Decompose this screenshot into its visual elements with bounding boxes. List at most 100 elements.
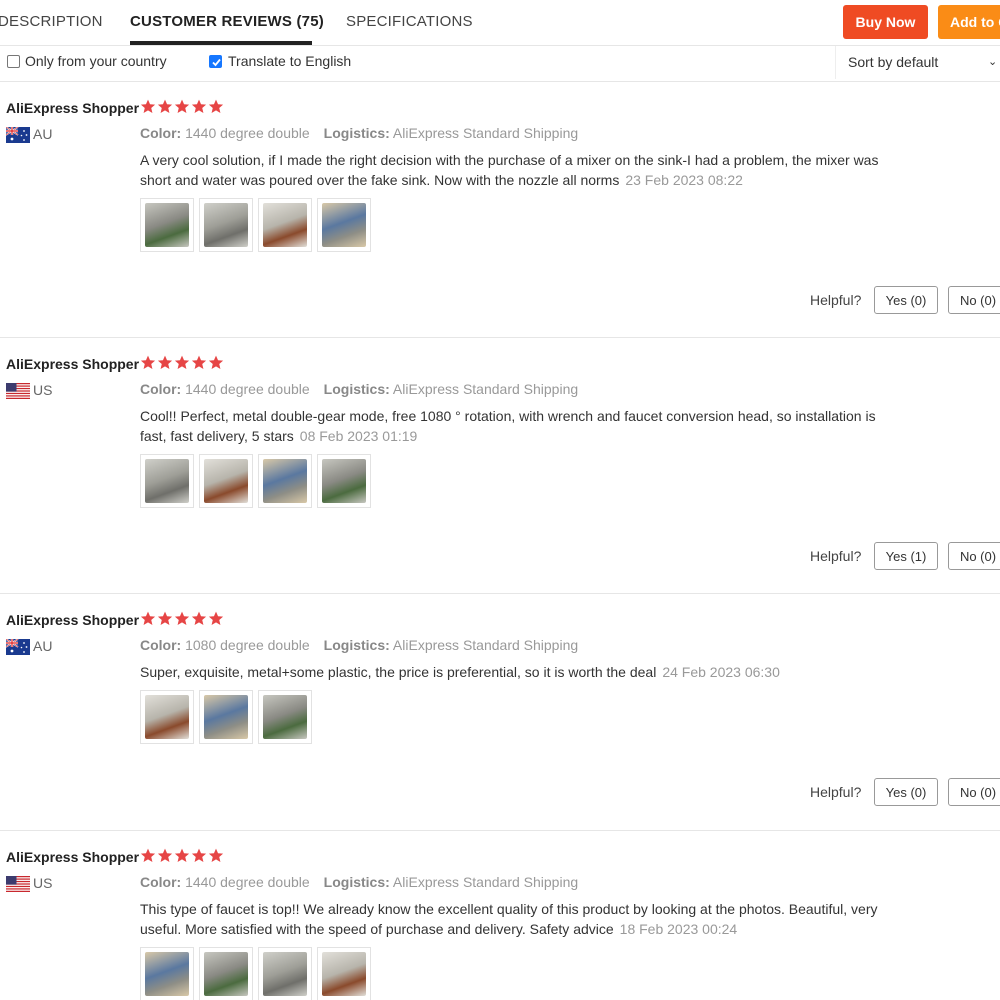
review-date: 23 Feb 2023 08:22 bbox=[625, 172, 743, 188]
tab-customer-reviews[interactable]: CUSTOMER REVIEWS (75) bbox=[130, 13, 324, 30]
add-to-cart-button[interactable]: Add to Cart bbox=[938, 5, 1000, 39]
review-photo-thumbnail[interactable] bbox=[317, 454, 371, 508]
helpful-label: Helpful? bbox=[810, 292, 862, 308]
review-author: AliExpress Shopper bbox=[6, 356, 140, 372]
review-date: 24 Feb 2023 06:30 bbox=[662, 664, 780, 680]
review-meta: Color: 1080 degree double Logistics: AliE… bbox=[140, 637, 578, 653]
review-text: This type of faucet is top!! We already … bbox=[140, 899, 900, 939]
star-icon bbox=[174, 611, 191, 627]
helpful-yes-button[interactable]: Yes (1) bbox=[874, 542, 938, 570]
review-photo-thumbnail[interactable] bbox=[140, 690, 194, 744]
logistics-value: AliExpress Standard Shipping bbox=[392, 381, 579, 397]
color-value: 1080 degree double bbox=[185, 637, 310, 653]
review-photo-thumbnail[interactable] bbox=[199, 454, 253, 508]
tab-specifications[interactable]: SPECIFICATIONS bbox=[346, 13, 473, 30]
review-photos bbox=[140, 454, 376, 508]
star-icon bbox=[191, 611, 208, 627]
active-tab-indicator bbox=[130, 41, 312, 45]
review-photo-thumbnail[interactable] bbox=[140, 198, 194, 252]
review-body: This type of faucet is top!! We already … bbox=[140, 901, 878, 937]
helpful-no-button[interactable]: No (0) bbox=[948, 778, 1000, 806]
tab-description[interactable]: DESCRIPTION bbox=[0, 13, 103, 30]
helpful-yes-button[interactable]: Yes (0) bbox=[874, 286, 938, 314]
buy-now-button[interactable]: Buy Now bbox=[843, 5, 928, 39]
logistics-label: Logistics: bbox=[323, 125, 390, 141]
review-item: AliExpress Shopper US Color: 1440 degree d… bbox=[0, 831, 1000, 1000]
color-label: Color: bbox=[140, 874, 182, 890]
logistics-label: Logistics: bbox=[323, 637, 390, 653]
color-value: 1440 degree double bbox=[185, 125, 310, 141]
star-icon bbox=[140, 99, 157, 115]
australia-flag-icon bbox=[5, 126, 30, 143]
star-icon bbox=[208, 99, 225, 115]
translate-checkbox[interactable] bbox=[209, 55, 222, 68]
star-icon bbox=[174, 848, 191, 864]
logistics-value: AliExpress Standard Shipping bbox=[392, 874, 579, 890]
review-photo-thumbnail[interactable] bbox=[258, 690, 312, 744]
review-country: AU bbox=[33, 126, 53, 142]
review-photo-thumbnail[interactable] bbox=[258, 198, 312, 252]
translate-label[interactable]: Translate to English bbox=[228, 53, 351, 69]
color-value: 1440 degree double bbox=[185, 874, 310, 890]
rating-stars bbox=[140, 611, 225, 631]
logistics-value: AliExpress Standard Shipping bbox=[392, 637, 579, 653]
review-item: AliExpress Shopper US Color: 1440 degree d… bbox=[0, 338, 1000, 594]
review-photo-thumbnail[interactable] bbox=[140, 454, 194, 508]
star-icon bbox=[140, 355, 157, 371]
logistics-label: Logistics: bbox=[323, 874, 390, 890]
review-filter-bar: Only from your country Translate to Engl… bbox=[0, 46, 1000, 82]
review-photos bbox=[140, 947, 376, 1000]
helpful-yes-button[interactable]: Yes (0) bbox=[874, 778, 938, 806]
us-flag-icon bbox=[6, 383, 30, 399]
helpful-label: Helpful? bbox=[810, 548, 862, 564]
tab-bar: DESCRIPTION CUSTOMER REVIEWS (75) SPECIF… bbox=[0, 0, 1000, 46]
color-label: Color: bbox=[140, 637, 182, 653]
logistics-label: Logistics: bbox=[323, 381, 390, 397]
review-photo-thumbnail[interactable] bbox=[258, 947, 312, 1000]
helpful-no-button[interactable]: No (0) bbox=[948, 286, 1000, 314]
review-date: 08 Feb 2023 01:19 bbox=[299, 428, 418, 444]
review-photos bbox=[140, 690, 317, 744]
review-text: A very cool solution, if I made the righ… bbox=[140, 150, 900, 190]
rating-stars bbox=[140, 99, 225, 119]
review-photo-thumbnail[interactable] bbox=[199, 198, 253, 252]
review-item: AliExpress Shopper AU Color: 1440 degree d… bbox=[0, 82, 1000, 338]
review-body: A very cool solution, if I made the righ… bbox=[140, 152, 879, 188]
review-body: Super, exquisite, metal+some plastic, th… bbox=[140, 664, 657, 680]
chevron-down-icon: ⌄ bbox=[988, 56, 998, 68]
review-country: AU bbox=[33, 638, 53, 654]
review-photo-thumbnail[interactable] bbox=[317, 198, 371, 252]
color-label: Color: bbox=[140, 381, 182, 397]
review-photo-thumbnail[interactable] bbox=[317, 947, 371, 1000]
review-text: Cool!! Perfect, metal double-gear mode, … bbox=[140, 406, 900, 446]
review-photo-thumbnail[interactable] bbox=[199, 690, 253, 744]
sort-select[interactable]: Sort by default ⌄ bbox=[835, 46, 1000, 79]
review-date: 18 Feb 2023 00:24 bbox=[619, 921, 738, 937]
star-icon bbox=[140, 848, 157, 864]
only-country-label[interactable]: Only from your country bbox=[25, 53, 167, 69]
star-icon bbox=[140, 611, 157, 627]
star-icon bbox=[174, 355, 191, 371]
star-icon bbox=[191, 355, 208, 371]
review-item: AliExpress Shopper AU Color: 1080 degree d… bbox=[0, 594, 1000, 831]
star-icon bbox=[157, 355, 174, 371]
review-photo-thumbnail[interactable] bbox=[199, 947, 253, 1000]
helpful-label: Helpful? bbox=[810, 784, 862, 800]
review-author: AliExpress Shopper bbox=[6, 100, 140, 116]
review-body: Cool!! Perfect, metal double-gear mode, … bbox=[140, 408, 876, 444]
review-country: US bbox=[33, 875, 53, 891]
rating-stars bbox=[140, 355, 225, 375]
review-author: AliExpress Shopper bbox=[6, 612, 140, 628]
us-flag-icon bbox=[6, 876, 30, 892]
star-icon bbox=[191, 99, 208, 115]
only-country-checkbox[interactable] bbox=[7, 55, 20, 68]
star-icon bbox=[174, 99, 191, 115]
star-icon bbox=[208, 611, 225, 627]
review-text: Super, exquisite, metal+some plastic, th… bbox=[140, 662, 900, 682]
review-photo-thumbnail[interactable] bbox=[140, 947, 194, 1000]
review-author: AliExpress Shopper bbox=[6, 849, 140, 865]
color-value: 1440 degree double bbox=[185, 381, 310, 397]
helpful-no-button[interactable]: No (0) bbox=[948, 542, 1000, 570]
review-photo-thumbnail[interactable] bbox=[258, 454, 312, 508]
review-photos bbox=[140, 198, 376, 252]
